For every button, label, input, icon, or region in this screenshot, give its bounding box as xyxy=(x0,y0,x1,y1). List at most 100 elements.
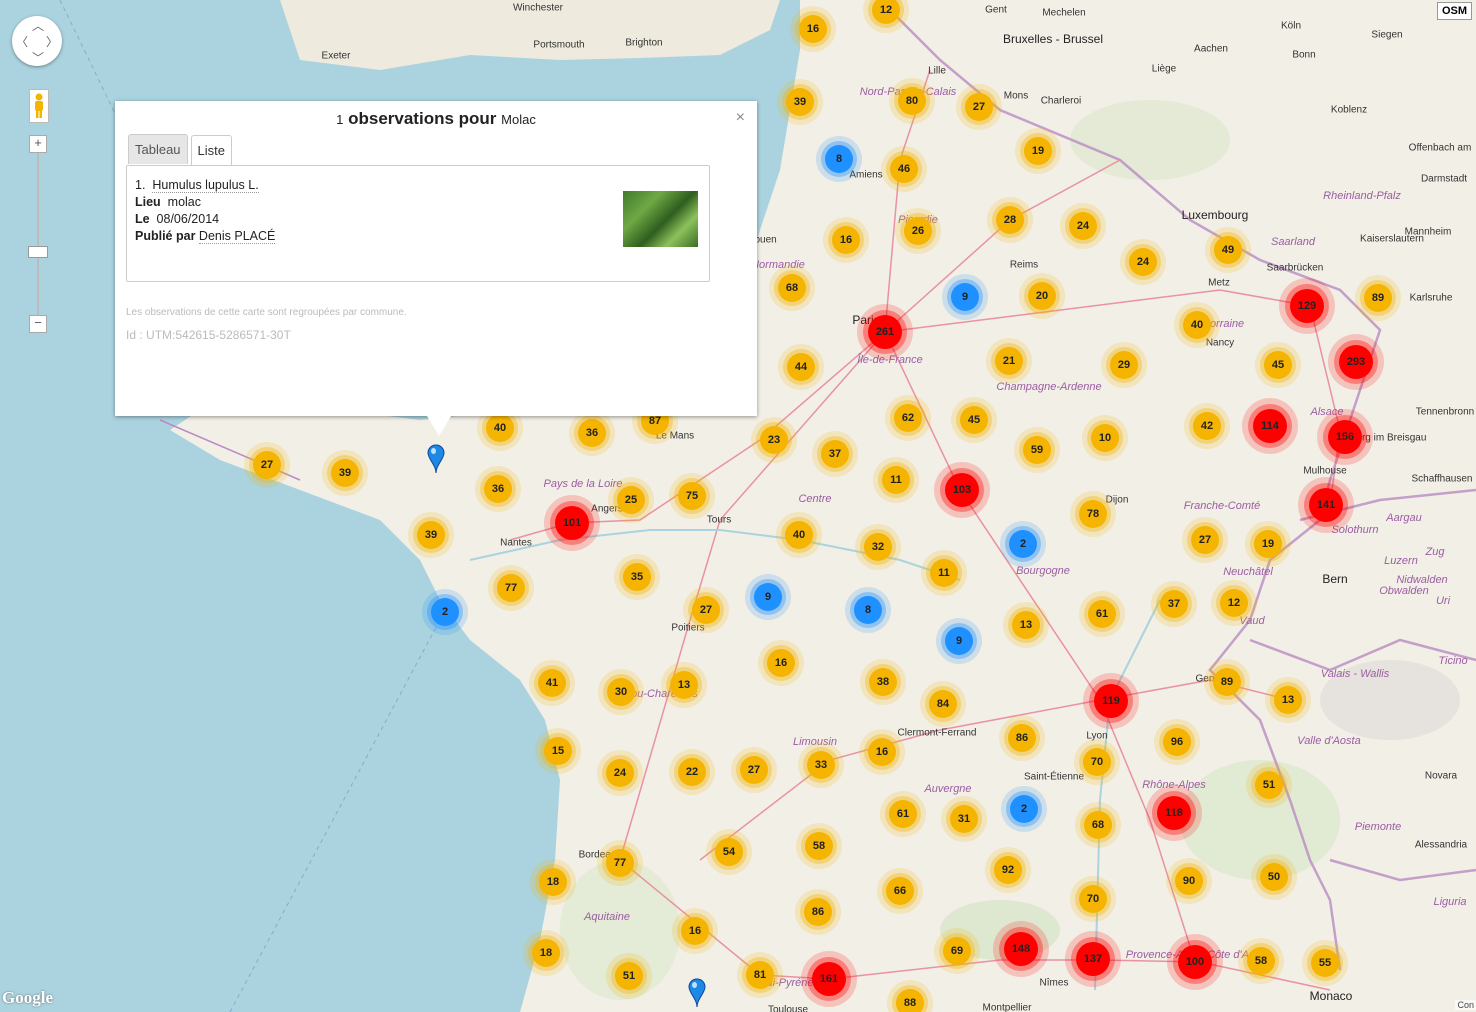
cluster-marker[interactable]: 27 xyxy=(1191,526,1219,554)
cluster-marker[interactable]: 161 xyxy=(812,962,846,996)
cluster-marker[interactable]: 103 xyxy=(945,473,979,507)
cluster-marker[interactable]: 13 xyxy=(1012,611,1040,639)
tab-tableau[interactable]: Tableau xyxy=(128,134,188,164)
cluster-marker[interactable]: 40 xyxy=(486,414,514,442)
author-link[interactable]: Denis PLACÉ xyxy=(198,229,276,244)
cluster-marker[interactable]: 19 xyxy=(1254,530,1282,558)
pan-up-icon[interactable]: ︿ xyxy=(32,17,44,34)
cluster-marker[interactable]: 33 xyxy=(807,751,835,779)
cluster-marker[interactable]: 58 xyxy=(1247,947,1275,975)
cluster-marker[interactable]: 137 xyxy=(1076,942,1110,976)
cluster-marker[interactable]: 39 xyxy=(331,459,359,487)
cluster-marker[interactable]: 92 xyxy=(994,856,1022,884)
cluster-marker[interactable]: 32 xyxy=(864,533,892,561)
osm-layer-button[interactable]: OSM xyxy=(1436,2,1472,20)
cluster-marker[interactable]: 78 xyxy=(1079,500,1107,528)
cluster-marker[interactable]: 16 xyxy=(868,738,896,766)
cluster-marker[interactable]: 61 xyxy=(1088,600,1116,628)
cluster-marker[interactable]: 36 xyxy=(484,475,512,503)
cluster-marker[interactable]: 114 xyxy=(1253,409,1287,443)
cluster-marker[interactable]: 51 xyxy=(615,962,643,990)
cluster-marker[interactable]: 42 xyxy=(1193,412,1221,440)
cluster-marker[interactable]: 77 xyxy=(497,574,525,602)
cluster-marker[interactable]: 96 xyxy=(1163,728,1191,756)
cluster-marker[interactable]: 62 xyxy=(894,404,922,432)
pan-down-icon[interactable]: ﹀ xyxy=(32,49,44,66)
pan-control[interactable]: ︿ ﹀ 〈 〉 xyxy=(12,16,62,66)
cluster-marker[interactable]: 293 xyxy=(1339,345,1373,379)
cluster-marker[interactable]: 24 xyxy=(606,759,634,787)
cluster-marker[interactable]: 26 xyxy=(904,217,932,245)
cluster-marker[interactable]: 50 xyxy=(1260,863,1288,891)
cluster-marker[interactable]: 30 xyxy=(607,678,635,706)
cluster-marker[interactable]: 28 xyxy=(996,206,1024,234)
species-link[interactable]: Humulus lupulus L. xyxy=(152,178,259,193)
cluster-marker[interactable]: 11 xyxy=(930,559,958,587)
cluster-marker[interactable]: 46 xyxy=(890,155,918,183)
cluster-marker[interactable]: 37 xyxy=(821,440,849,468)
cluster-marker[interactable]: 16 xyxy=(681,917,709,945)
cluster-marker[interactable]: 12 xyxy=(1220,589,1248,617)
tab-liste[interactable]: Liste xyxy=(190,135,233,165)
zoom-slider-handle[interactable] xyxy=(28,246,48,258)
cluster-marker[interactable]: 39 xyxy=(417,521,445,549)
cluster-marker[interactable]: 22 xyxy=(678,758,706,786)
cluster-marker[interactable]: 11 xyxy=(882,466,910,494)
cluster-marker[interactable]: 70 xyxy=(1083,748,1111,776)
cluster-marker[interactable]: 24 xyxy=(1129,248,1157,276)
cluster-marker[interactable]: 16 xyxy=(799,15,827,43)
cluster-marker[interactable]: 29 xyxy=(1110,351,1138,379)
cluster-marker[interactable]: 2 xyxy=(1009,530,1037,558)
cluster-marker[interactable]: 10 xyxy=(1091,424,1119,452)
cluster-marker[interactable]: 16 xyxy=(767,649,795,677)
cluster-marker[interactable]: 49 xyxy=(1214,236,1242,264)
cluster-marker[interactable]: 23 xyxy=(760,426,788,454)
zoom-out-button[interactable]: − xyxy=(29,315,47,333)
cluster-marker[interactable]: 86 xyxy=(804,898,832,926)
cluster-marker[interactable]: 55 xyxy=(1311,949,1339,977)
cluster-marker[interactable]: 86 xyxy=(1008,724,1036,752)
cluster-marker[interactable]: 45 xyxy=(1264,351,1292,379)
cluster-marker[interactable]: 101 xyxy=(555,506,589,540)
cluster-marker[interactable]: 20 xyxy=(1028,282,1056,310)
cluster-marker[interactable]: 81 xyxy=(746,961,774,989)
observation-photo-thumbnail[interactable] xyxy=(623,191,698,247)
cluster-marker[interactable]: 2 xyxy=(1010,795,1038,823)
zoom-slider-track[interactable] xyxy=(37,150,39,320)
pan-right-icon[interactable]: 〉 xyxy=(46,33,58,50)
close-icon[interactable]: × xyxy=(736,109,745,127)
cluster-marker[interactable]: 66 xyxy=(886,877,914,905)
cluster-marker[interactable]: 27 xyxy=(965,93,993,121)
cluster-marker[interactable]: 156 xyxy=(1328,420,1362,454)
cluster-marker[interactable]: 40 xyxy=(785,521,813,549)
cluster-marker[interactable]: 69 xyxy=(943,937,971,965)
cluster-marker[interactable]: 44 xyxy=(787,353,815,381)
cluster-marker[interactable]: 37 xyxy=(1160,590,1188,618)
pan-left-icon[interactable]: 〈 xyxy=(16,33,28,50)
cluster-marker[interactable]: 8 xyxy=(825,145,853,173)
cluster-marker[interactable]: 27 xyxy=(740,756,768,784)
cluster-marker[interactable]: 8 xyxy=(854,596,882,624)
cluster-marker[interactable]: 148 xyxy=(1004,932,1038,966)
cluster-marker[interactable]: 141 xyxy=(1309,488,1343,522)
cluster-marker[interactable]: 9 xyxy=(754,583,782,611)
cluster-marker[interactable]: 9 xyxy=(945,627,973,655)
cluster-marker[interactable]: 51 xyxy=(1255,771,1283,799)
cluster-marker[interactable]: 18 xyxy=(532,939,560,967)
cluster-marker[interactable]: 100 xyxy=(1178,945,1212,979)
map-pin-icon[interactable] xyxy=(688,978,706,1008)
cluster-marker[interactable]: 77 xyxy=(606,849,634,877)
cluster-marker[interactable]: 80 xyxy=(898,87,926,115)
cluster-marker[interactable]: 31 xyxy=(950,805,978,833)
cluster-marker[interactable]: 89 xyxy=(1364,284,1392,312)
zoom-in-button[interactable]: + xyxy=(29,135,47,153)
cluster-marker[interactable]: 25 xyxy=(617,486,645,514)
cluster-marker[interactable]: 68 xyxy=(1084,811,1112,839)
cluster-marker[interactable]: 129 xyxy=(1290,289,1324,323)
cluster-marker[interactable]: 19 xyxy=(1024,137,1052,165)
cluster-marker[interactable]: 88 xyxy=(896,989,924,1012)
cluster-marker[interactable]: 27 xyxy=(253,451,281,479)
cluster-marker[interactable]: 61 xyxy=(889,800,917,828)
cluster-marker[interactable]: 13 xyxy=(670,671,698,699)
street-view-pegman-icon[interactable] xyxy=(29,89,49,123)
